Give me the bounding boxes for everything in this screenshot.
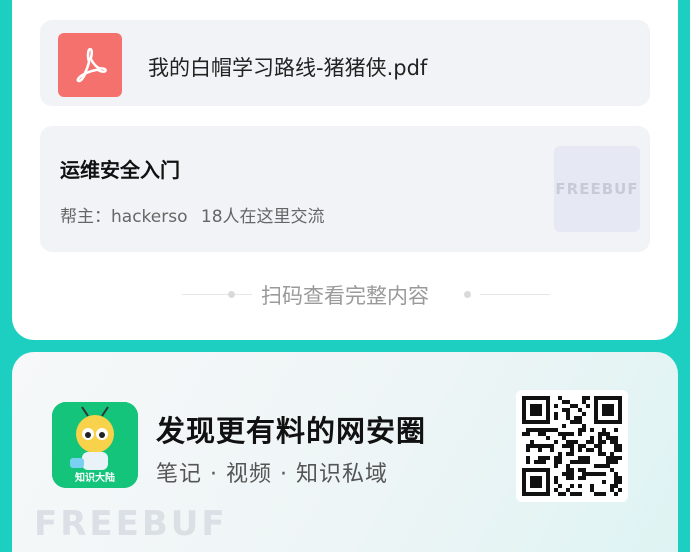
group-logo: FREEBUF xyxy=(554,146,640,232)
watermark-logo: FREEBUF xyxy=(34,504,228,544)
group-title: 运维安全入门 xyxy=(60,158,180,182)
group-owner: 帮主：hackerso xyxy=(60,207,188,227)
qr-code-icon xyxy=(522,396,622,496)
promo-headline: 发现更有料的网安圈 xyxy=(156,414,427,448)
qr-code[interactable] xyxy=(516,390,628,502)
group-members: 18人在这里交流 xyxy=(200,207,325,227)
pdf-icon xyxy=(58,33,122,97)
file-name: 我的白帽学习路线-猪猪侠.pdf xyxy=(148,56,428,80)
app-icon-label: 知识大陆 xyxy=(75,473,115,484)
scan-more-text: 扫码查看完整内容 xyxy=(261,284,429,308)
divider-right xyxy=(480,294,550,295)
content-card: 我的白帽学习路线-猪猪侠.pdf 运维安全入门 帮主：hackerso 18人在… xyxy=(12,0,678,340)
app-icon: 知识大陆 xyxy=(52,402,138,488)
promo-subline: 笔记 · 视频 · 知识私域 xyxy=(156,462,388,487)
group-meta: 帮主：hackerso 18人在这里交流 xyxy=(60,202,333,227)
attachment-file[interactable]: 我的白帽学习路线-猪猪侠.pdf xyxy=(40,20,650,106)
divider-dot-right xyxy=(464,291,471,298)
group-card[interactable]: 运维安全入门 帮主：hackerso 18人在这里交流 FREEBUF xyxy=(40,126,650,252)
